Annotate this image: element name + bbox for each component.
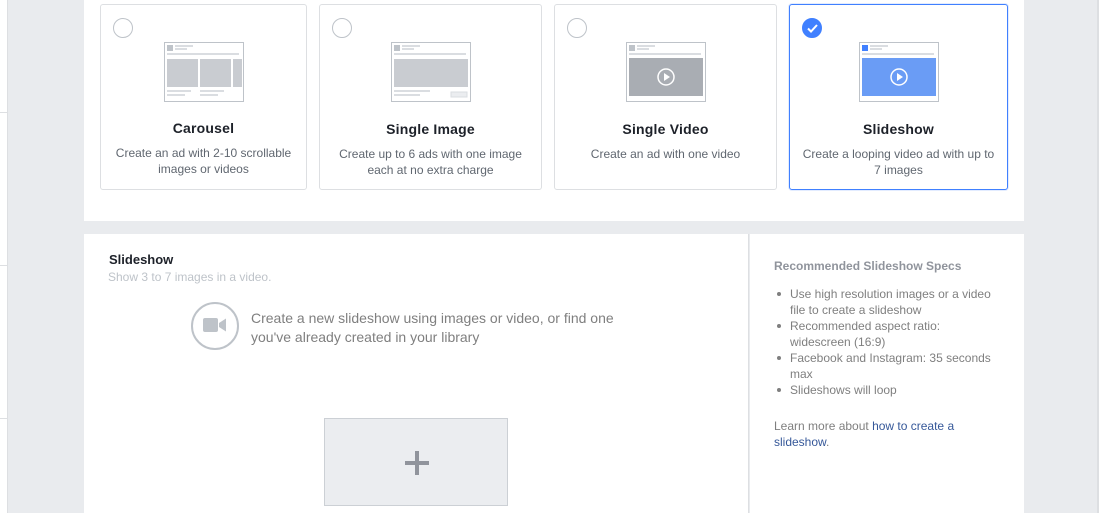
format-card-single-image[interactable]: Single Image Create up to 6 ads with one… xyxy=(319,4,542,190)
specs-panel: Recommended Slideshow Specs Use high res… xyxy=(750,234,1024,513)
video-camera-icon xyxy=(191,302,239,350)
single-image-description: Create up to 6 ads with one image each a… xyxy=(339,147,522,177)
carousel-title: Carousel xyxy=(172,120,235,136)
carousel-icon xyxy=(163,42,244,102)
slideshow-title: Slideshow xyxy=(862,121,935,137)
plus-icon xyxy=(405,451,429,475)
carousel-description: Create an ad with 2-10 scrollable images… xyxy=(115,146,292,176)
create-slideshow-text: Create a new slideshow using images or v… xyxy=(251,310,614,345)
single-video-description: Create an ad with one video xyxy=(590,147,741,161)
checkmark-icon xyxy=(807,24,818,33)
specs-item: Use high resolution images or a video fi… xyxy=(774,286,1004,318)
single-video-title: Single Video xyxy=(622,121,709,137)
format-card-single-video[interactable]: Single Video Create an ad with one video xyxy=(554,4,777,190)
format-card-carousel[interactable]: Carousel Create an ad with 2-10 scrollab… xyxy=(100,4,307,190)
left-edge-strip xyxy=(0,0,8,513)
slideshow-section-subtitle: Show 3 to 7 images in a video. xyxy=(108,270,272,284)
carousel-radio[interactable] xyxy=(113,18,133,38)
format-card-slideshow[interactable]: Slideshow Create a looping video ad with… xyxy=(789,4,1008,190)
specs-title: Recommended Slideshow Specs xyxy=(774,259,962,273)
specs-list: Use high resolution images or a video fi… xyxy=(774,286,1004,398)
specs-item: Recommended aspect ratio: widescreen (16… xyxy=(774,318,1004,350)
slideshow-section-title: Slideshow xyxy=(109,252,174,267)
specs-item: Facebook and Instagram: 35 seconds max xyxy=(774,350,1004,382)
single-image-icon xyxy=(390,42,471,102)
slideshow-section: Slideshow Show 3 to 7 images in a video.… xyxy=(84,234,749,513)
single-image-radio[interactable] xyxy=(332,18,352,38)
specs-item: Slideshows will loop xyxy=(774,382,1004,398)
slideshow-description: Create a looping video ad with up to 7 i… xyxy=(802,147,995,177)
ad-format-panel: Carousel Create an ad with 2-10 scrollab… xyxy=(84,0,1024,221)
learn-more-prefix: Learn more about xyxy=(774,419,873,433)
slideshow-icon xyxy=(858,42,939,102)
learn-more-text: Learn more about how to create a slidesh… xyxy=(774,418,974,450)
add-slideshow-button[interactable] xyxy=(324,418,508,506)
single-video-radio[interactable] xyxy=(567,18,587,38)
single-video-icon xyxy=(625,42,706,102)
learn-more-suffix: . xyxy=(826,435,830,449)
slideshow-radio[interactable] xyxy=(802,18,822,38)
single-image-title: Single Image xyxy=(386,121,475,137)
